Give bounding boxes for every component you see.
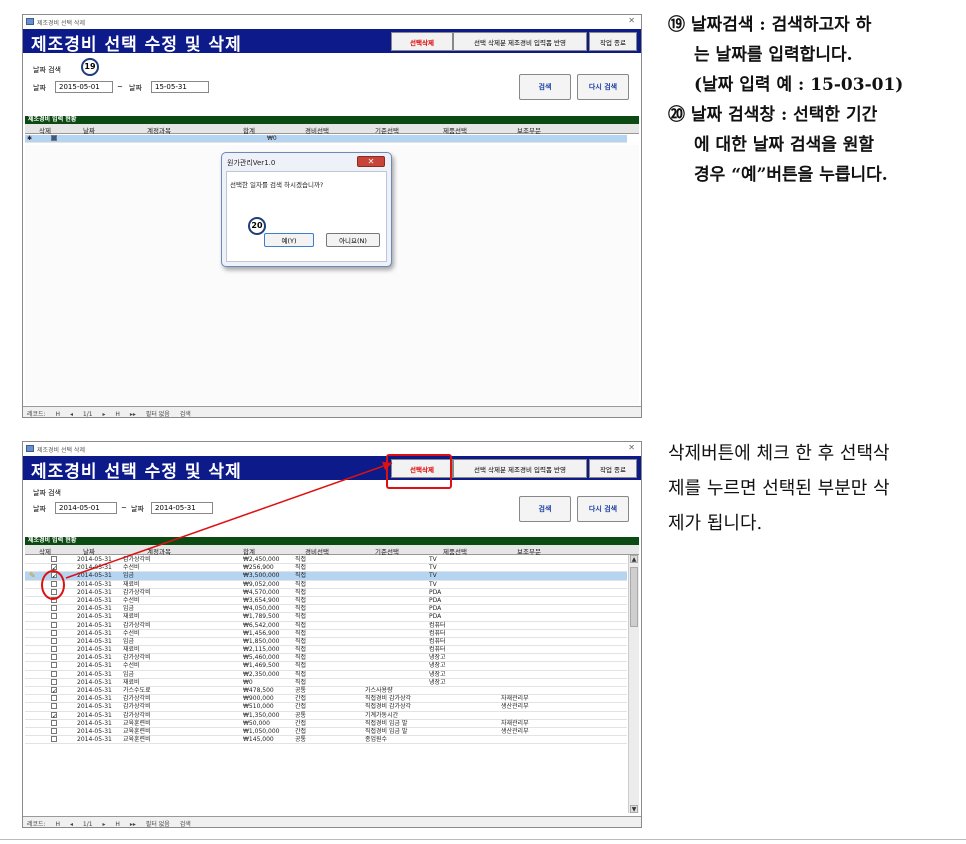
explanation-line: 삭제버튼에 체크 한 후 선택삭 [668, 443, 890, 464]
explanation-line: (날짜 입력 예 : 15-03-01) [694, 75, 904, 95]
explanation-line: ⑲ 날짜검색 : 검색하고자 하 [668, 15, 872, 35]
explanation-line: 제가 됩니다. [668, 513, 763, 534]
explanation-line: 경우 “예”버튼을 누릅니다. [694, 165, 888, 185]
explanation-line: 에 대한 날짜 검색을 원할 [694, 135, 875, 155]
explanation-line: 제를 누르면 선택된 부분만 삭 [668, 478, 890, 499]
explanation-line: ⑳ 날짜 검색창 : 선택한 기간 [668, 105, 878, 125]
explanation-line: 는 날짜를 입력합니다. [694, 45, 853, 65]
page-divider [0, 839, 966, 840]
explanation-top: ⑲ 날짜검색 : 검색하고자 하 는 날짜를 입력합니다. (날짜 입력 예 :… [668, 10, 960, 190]
explanation-bottom: 삭제버튼에 체크 한 후 선택삭 제를 누르면 선택된 부분만 삭 제가 됩니다… [668, 436, 960, 541]
arrow-line [65, 461, 393, 579]
